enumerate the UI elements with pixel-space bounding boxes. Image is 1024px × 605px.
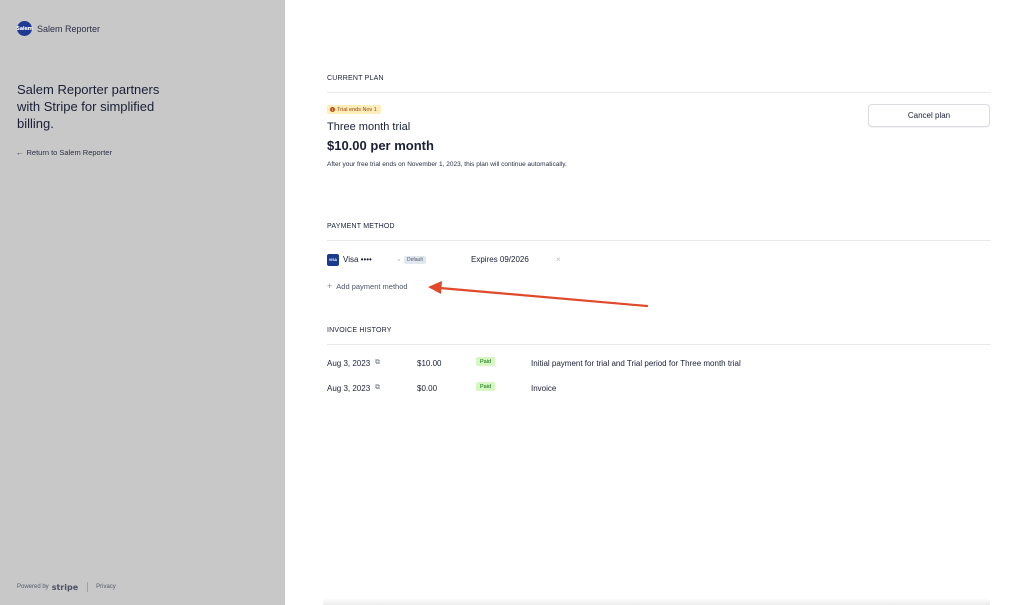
card-expiry: Expires 09/2026: [471, 255, 529, 264]
main-content: CURRENT PLAN ! Trial ends Nov 1 Three mo…: [285, 0, 1024, 605]
status-badge: Paid: [476, 382, 496, 391]
invoice-amount: $0.00: [417, 384, 438, 393]
trial-badge-label: Trial ends Nov 1: [337, 106, 377, 113]
invoice-description: Invoice: [531, 384, 557, 393]
stripe-logo[interactable]: stripe: [52, 583, 78, 592]
separator-dot: [398, 259, 400, 261]
sidebar-footer: Powered by stripe Privacy: [17, 582, 116, 592]
visa-card-icon: VISA: [327, 254, 339, 266]
divider: [327, 344, 991, 345]
divider: [327, 240, 991, 241]
cancel-plan-button[interactable]: Cancel plan: [868, 104, 990, 127]
sidebar: Salem Salem Reporter Salem Reporter part…: [0, 0, 285, 605]
external-link-icon[interactable]: ⧉: [375, 384, 380, 392]
invoice-date-link[interactable]: Aug 3, 2023: [327, 359, 370, 368]
return-link-label: Return to Salem Reporter: [26, 148, 112, 157]
plan-name: Three month trial: [327, 121, 411, 133]
back-arrow-icon: ←: [16, 148, 24, 157]
invoice-description: Initial payment for trial and Trial peri…: [531, 359, 741, 368]
invoice-history-title: INVOICE HISTORY: [327, 327, 392, 334]
card-label: Visa ••••: [343, 255, 372, 264]
add-payment-method-label: Add payment method: [336, 281, 408, 291]
brand[interactable]: Salem Salem Reporter: [16, 21, 101, 36]
remove-card-icon[interactable]: ×: [556, 255, 561, 264]
status-badge: Paid: [476, 357, 496, 366]
sidebar-headline: Salem Reporter partners with Stripe for …: [17, 82, 160, 131]
plan-price: $10.00 per month: [327, 138, 434, 153]
invoice-row: Aug 3, 2023 ⧉ $10.00 Paid Initial paymen…: [327, 357, 991, 371]
invoice-amount: $10.00: [417, 359, 442, 368]
divider: [327, 92, 991, 93]
powered-by-label: Powered by: [17, 584, 49, 590]
privacy-link[interactable]: Privacy: [96, 584, 116, 590]
footer-divider: [87, 582, 89, 592]
invoice-row: Aug 3, 2023 ⧉ $0.00 Paid Invoice: [327, 382, 991, 396]
plan-note: After your free trial ends on November 1…: [327, 161, 567, 168]
current-plan-title: CURRENT PLAN: [327, 75, 384, 82]
default-badge: Default: [404, 256, 426, 264]
brand-logo: Salem: [16, 21, 33, 36]
payment-method-title: PAYMENT METHOD: [327, 223, 395, 230]
bottom-shadow: [323, 598, 990, 605]
brand-name: Salem Reporter: [37, 23, 101, 34]
invoice-date-link[interactable]: Aug 3, 2023: [327, 384, 370, 393]
plus-icon: +: [327, 281, 333, 291]
payment-method-row: VISA Visa •••• Default Expires 09/2026 ×: [327, 254, 627, 266]
add-payment-method-button[interactable]: + Add payment method: [327, 281, 408, 291]
return-link[interactable]: ← Return to Salem Reporter: [16, 148, 112, 157]
external-link-icon[interactable]: ⧉: [375, 359, 380, 367]
trial-badge: ! Trial ends Nov 1: [327, 105, 381, 114]
warning-icon: !: [330, 107, 335, 112]
